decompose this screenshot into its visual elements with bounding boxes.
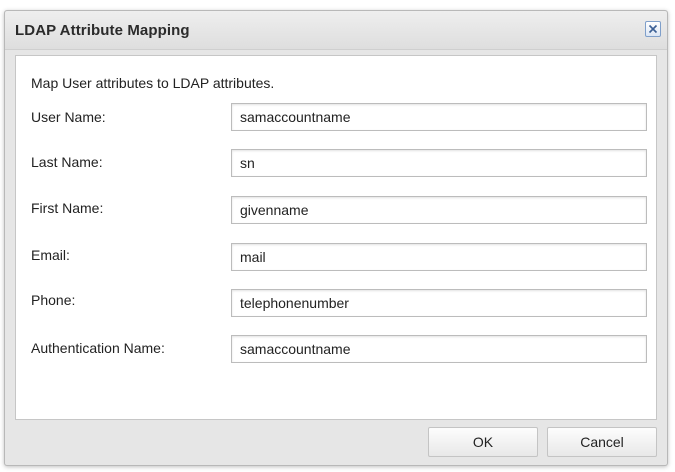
first-name-label: First Name:: [31, 200, 104, 216]
email-label: Email:: [31, 247, 70, 263]
cancel-button[interactable]: Cancel: [547, 427, 657, 457]
phone-field[interactable]: [231, 289, 647, 317]
user-name-label: User Name:: [31, 109, 106, 125]
close-button[interactable]: [645, 21, 661, 37]
last-name-field[interactable]: [231, 149, 647, 177]
mapping-form: Map User attributes to LDAP attributes. …: [15, 55, 657, 420]
intro-text: Map User attributes to LDAP attributes.: [31, 75, 275, 91]
last-name-label: Last Name:: [31, 154, 103, 170]
dialog-titlebar: LDAP Attribute Mapping: [5, 11, 667, 50]
ldap-attribute-mapping-dialog: LDAP Attribute Mapping Map User attribut…: [4, 10, 668, 466]
phone-label: Phone:: [31, 292, 76, 308]
user-name-field[interactable]: [231, 103, 647, 131]
dialog-title: LDAP Attribute Mapping: [15, 22, 190, 39]
first-name-field[interactable]: [231, 196, 647, 224]
email-field[interactable]: [231, 243, 647, 271]
authentication-name-label: Authentication Name:: [31, 340, 165, 356]
authentication-name-field[interactable]: [231, 335, 647, 363]
ok-button[interactable]: OK: [428, 427, 538, 457]
close-icon: [648, 24, 658, 34]
